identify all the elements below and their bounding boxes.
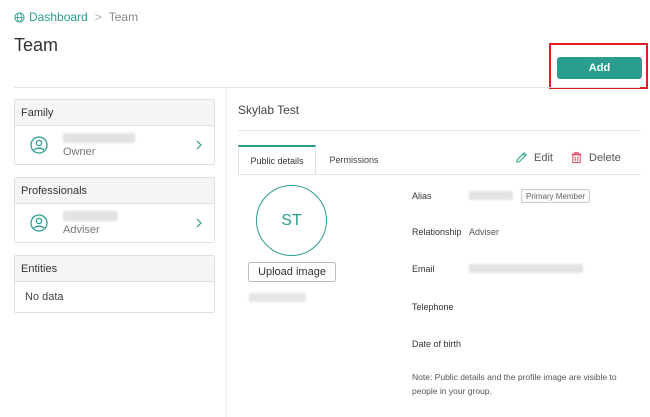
primary-member-badge: Primary Member — [521, 189, 591, 203]
redacted-name — [63, 210, 118, 221]
entities-card: Entities No data — [14, 255, 215, 313]
relationship-value: Adviser — [469, 227, 500, 237]
header-divider — [14, 87, 640, 88]
dob-label: Date of birth — [412, 339, 462, 349]
tab-public-details[interactable]: Public details — [238, 145, 316, 175]
avatar-initials: ST — [281, 211, 302, 229]
panel-divider — [226, 88, 227, 417]
breadcrumb: Dashboard > Team — [14, 10, 138, 24]
telephone-label: Telephone — [412, 302, 454, 312]
professional-role: Adviser — [63, 223, 100, 236]
email-label: Email — [412, 264, 435, 274]
user-circle-icon — [30, 214, 48, 232]
avatar: ST — [256, 185, 327, 256]
profile-divider — [238, 130, 641, 131]
breadcrumb-separator: > — [94, 10, 102, 24]
entities-header: Entities — [15, 256, 214, 282]
add-button-highlight: Add — [549, 43, 648, 89]
family-member-row[interactable]: Owner — [15, 126, 214, 164]
family-card: Family Owner — [14, 99, 215, 165]
profile-name: Skylab Test — [238, 103, 300, 117]
trash-icon — [571, 151, 582, 164]
delete-button[interactable]: Delete — [570, 151, 621, 164]
redacted-alias — [469, 191, 513, 200]
globe-icon — [14, 11, 25, 23]
breadcrumb-dashboard-link[interactable]: Dashboard — [29, 10, 88, 24]
professional-row[interactable]: Adviser — [15, 204, 214, 242]
edit-label: Edit — [534, 151, 553, 164]
chevron-right-icon — [196, 218, 202, 228]
family-header: Family — [15, 100, 214, 126]
member-role: Owner — [63, 145, 96, 158]
redacted-name — [63, 132, 135, 143]
professionals-card: Professionals Adviser — [14, 177, 215, 243]
chevron-right-icon — [196, 140, 202, 150]
upload-image-button[interactable]: Upload image — [248, 262, 336, 282]
redacted-caption — [249, 293, 306, 302]
tab-permissions[interactable]: Permissions — [322, 145, 386, 175]
visibility-note: Note: Public details and the profile ima… — [412, 372, 617, 396]
add-button[interactable]: Add — [557, 57, 642, 79]
delete-label: Delete — [589, 151, 621, 164]
pencil-icon — [516, 152, 527, 163]
tab-underline — [238, 174, 641, 175]
breadcrumb-current: Team — [108, 10, 139, 24]
relationship-label: Relationship — [412, 227, 462, 237]
redacted-email — [469, 264, 583, 273]
professionals-header: Professionals — [15, 178, 214, 204]
page-title: Team — [14, 35, 59, 55]
user-circle-icon — [30, 136, 48, 154]
entities-empty-text: No data — [25, 291, 64, 303]
edit-button[interactable]: Edit — [515, 151, 553, 164]
alias-label: Alias — [412, 191, 432, 201]
